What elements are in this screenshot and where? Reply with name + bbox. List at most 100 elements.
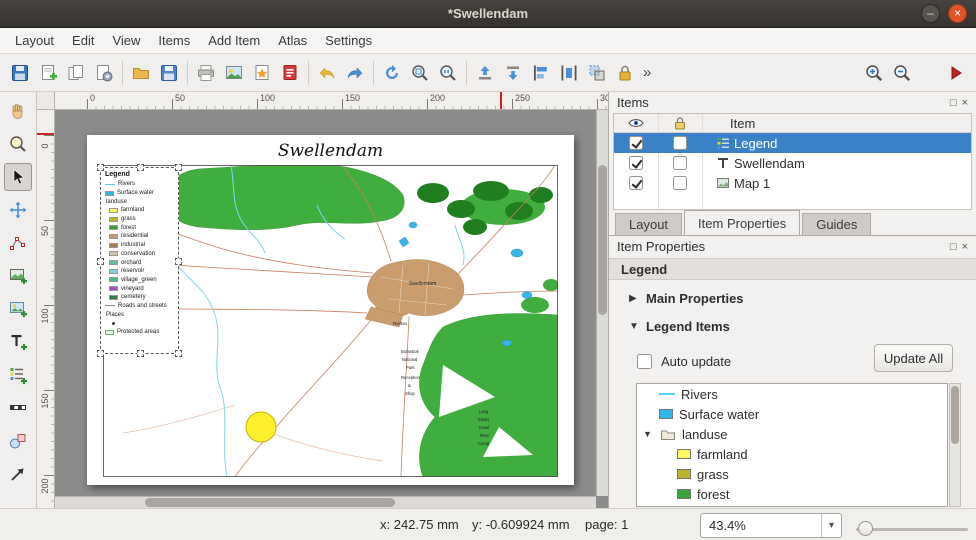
lock-checkbox[interactable]: [673, 156, 687, 170]
select-move-item-button[interactable]: [4, 163, 32, 191]
print-button[interactable]: [192, 59, 220, 87]
selection-handle[interactable]: [97, 164, 104, 171]
move-item-content-button[interactable]: [4, 196, 32, 224]
horizontal-ruler: 0 50 100 150 200 250 300: [55, 92, 608, 110]
toolbar-overflow-chevron[interactable]: »: [639, 64, 655, 81]
lock-items-button[interactable]: [611, 59, 639, 87]
ruler-label: 200: [37, 476, 53, 496]
close-panel-icon[interactable]: ×: [962, 240, 968, 254]
raise-items-button[interactable]: [471, 59, 499, 87]
menu-edit[interactable]: Edit: [63, 28, 103, 53]
zoom-in-button[interactable]: [860, 59, 888, 87]
add-map-button[interactable]: [4, 262, 32, 290]
legend-item-selected[interactable]: Legend Rivers Surface water landuse farm…: [100, 167, 179, 354]
layout-manager-button[interactable]: [90, 59, 118, 87]
atlas-next-button[interactable]: [942, 59, 970, 87]
close-button[interactable]: ×: [948, 4, 967, 23]
tree-row-farmland[interactable]: farmland: [637, 444, 947, 464]
ruler-label: 50: [37, 221, 53, 241]
menu-items[interactable]: Items: [149, 28, 199, 53]
group-items-button[interactable]: [583, 59, 611, 87]
float-panel-icon[interactable]: □: [950, 240, 957, 254]
visibility-checkbox[interactable]: [629, 156, 643, 170]
canvas-horizontal-scrollbar[interactable]: [55, 496, 596, 508]
visibility-checkbox[interactable]: [629, 176, 643, 190]
tree-row-forest[interactable]: forest: [637, 484, 947, 504]
items-row-swellendam[interactable]: Swellendam: [614, 153, 971, 173]
close-panel-icon[interactable]: ×: [962, 96, 968, 110]
selection-handle[interactable]: [175, 258, 182, 265]
main-properties-group[interactable]: ▶ Main Properties: [629, 288, 744, 308]
canvas-vertical-scrollbar[interactable]: [596, 110, 608, 496]
distribute-items-button[interactable]: [555, 59, 583, 87]
legend-entry: industrial: [101, 241, 178, 250]
tree-row-surface-water[interactable]: Surface water: [637, 404, 947, 424]
chevron-down-icon[interactable]: ▼: [643, 429, 654, 439]
undo-button[interactable]: [313, 59, 341, 87]
tree-scrollbar[interactable]: [949, 383, 961, 507]
save-template-button[interactable]: [155, 59, 183, 87]
menu-atlas[interactable]: Atlas: [269, 28, 316, 53]
selection-handle[interactable]: [97, 258, 104, 265]
add-scalebar-button[interactable]: [4, 394, 32, 422]
export-svg-button[interactable]: [248, 59, 276, 87]
zoom-full-button[interactable]: [406, 59, 434, 87]
auto-update-checkbox[interactable]: [637, 354, 652, 369]
toolbar-separator: [373, 61, 374, 85]
items-row-map1[interactable]: Map 1: [614, 173, 971, 193]
menu-view[interactable]: View: [103, 28, 149, 53]
export-image-button[interactable]: [220, 59, 248, 87]
chevron-down-icon[interactable]: ▾: [821, 514, 841, 537]
selection-handle[interactable]: [137, 350, 144, 357]
update-all-button[interactable]: Update All: [874, 344, 953, 372]
add-shape-button[interactable]: [4, 427, 32, 455]
zoom-actual-button[interactable]: [434, 59, 462, 87]
save-project-button[interactable]: [6, 59, 34, 87]
edit-nodes-item-button[interactable]: [4, 229, 32, 257]
tree-row-grass[interactable]: grass: [637, 464, 947, 484]
ruler-label: 150: [37, 391, 53, 411]
redo-button[interactable]: [341, 59, 369, 87]
add-arrow-button[interactable]: [4, 460, 32, 488]
menu-layout[interactable]: Layout: [6, 28, 63, 53]
tab-layout[interactable]: Layout: [615, 213, 682, 235]
add-legend-button[interactable]: [4, 361, 32, 389]
zoom-tool-button[interactable]: [4, 130, 32, 158]
add-label-button[interactable]: [4, 328, 32, 356]
duplicate-layout-button[interactable]: [62, 59, 90, 87]
selection-handle[interactable]: [97, 350, 104, 357]
layout-page[interactable]: Swellendam: [87, 135, 574, 485]
legend-items-group[interactable]: ▼ Legend Items: [629, 316, 730, 336]
dock-tabbar: Layout Item Properties Guides: [609, 210, 976, 236]
zoom-level-combobox[interactable]: 43.4% ▾: [700, 513, 842, 538]
load-template-button[interactable]: [127, 59, 155, 87]
visibility-checkbox[interactable]: [629, 136, 643, 150]
menu-settings[interactable]: Settings: [316, 28, 381, 53]
lower-items-button[interactable]: [499, 59, 527, 87]
pan-tool-button[interactable]: [4, 97, 32, 125]
selection-handle[interactable]: [137, 164, 144, 171]
refresh-view-button[interactable]: [378, 59, 406, 87]
qgis-layout-window: *Swellendam – × Layout Edit View Items A…: [0, 0, 976, 540]
export-pdf-button[interactable]: [276, 59, 304, 87]
zoom-out-button[interactable]: [888, 59, 916, 87]
float-panel-icon[interactable]: □: [950, 96, 957, 110]
align-items-button[interactable]: [527, 59, 555, 87]
selection-handle[interactable]: [175, 164, 182, 171]
tab-item-properties[interactable]: Item Properties: [684, 210, 800, 235]
tree-row-landuse[interactable]: ▼ landuse: [637, 424, 947, 444]
auto-update-row: Auto update: [637, 351, 731, 371]
add-picture-button[interactable]: [4, 295, 32, 323]
minimize-button[interactable]: –: [921, 4, 940, 23]
map-title-label-item[interactable]: Swellendam: [87, 141, 574, 161]
zoom-slider-handle[interactable]: [858, 521, 873, 536]
menu-add-item[interactable]: Add Item: [199, 28, 269, 53]
items-row-legend[interactable]: Legend: [614, 133, 971, 153]
selection-handle[interactable]: [175, 350, 182, 357]
lock-checkbox[interactable]: [673, 176, 687, 190]
layout-canvas[interactable]: 0 50 100 150 200 250 300 0 50 100 150 20…: [37, 92, 608, 508]
new-layout-button[interactable]: [34, 59, 62, 87]
lock-checkbox[interactable]: [673, 136, 687, 150]
tab-guides[interactable]: Guides: [802, 213, 871, 235]
tree-row-rivers[interactable]: Rivers: [637, 384, 947, 404]
